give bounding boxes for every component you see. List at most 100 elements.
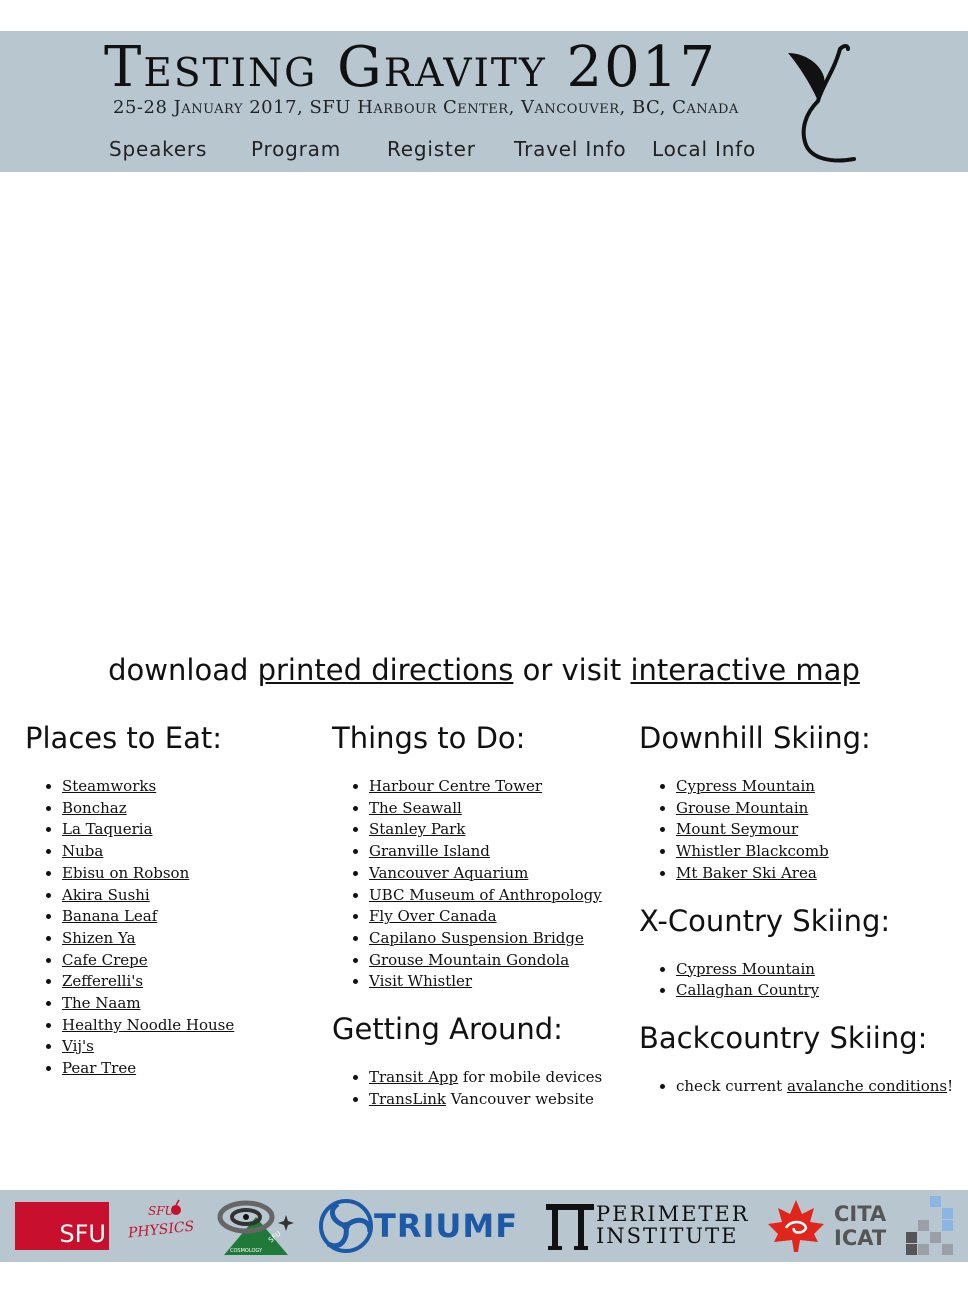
column-do: Things to Do: Harbour Centre Tower The S…: [332, 718, 632, 1126]
restaurant-link[interactable]: Pear Tree: [62, 1059, 136, 1077]
list-item: Cafe Crepe: [62, 950, 325, 972]
main-nav: Speakers Program Register Travel Info Lo…: [0, 137, 780, 167]
list-item: Granville Island: [369, 841, 632, 863]
places-to-eat-list: Steamworks Bonchaz La Taqueria Nuba Ebis…: [25, 776, 325, 1080]
activity-link[interactable]: The Seawall: [369, 799, 462, 817]
xcountry-skiing-heading: X-Country Skiing:: [639, 903, 891, 938]
getting-around-heading: Getting Around:: [332, 1012, 563, 1047]
restaurant-link[interactable]: Ebisu on Robson: [62, 864, 189, 882]
list-item: Grouse Mountain: [676, 798, 939, 820]
things-to-do-heading: Things to Do:: [332, 721, 526, 755]
list-item: Whistler Blackcomb: [676, 841, 939, 863]
triumf-swirl-icon: [319, 1199, 373, 1253]
list-item: Shizen Ya: [62, 928, 325, 950]
list-item: Nuba: [62, 841, 325, 863]
site-header: Testing Gravity 2017 25-28 January 2017,…: [0, 31, 968, 172]
list-item: Callaghan Country: [676, 980, 939, 1002]
avalanche-conditions-link[interactable]: avalanche conditions: [787, 1077, 947, 1095]
ski-area-link[interactable]: Mount Seymour: [676, 820, 798, 838]
pixel-maple-logo-icon[interactable]: [904, 1194, 962, 1256]
nav-program[interactable]: Program: [251, 137, 341, 161]
map-area[interactable]: [0, 172, 968, 642]
ski-area-link[interactable]: Callaghan Country: [676, 981, 819, 999]
restaurant-link[interactable]: The Naam: [62, 994, 141, 1012]
sponsors-bar: SFU SFU PHYSICS SFU COSMOLOGY TRIUMF PER…: [0, 1190, 968, 1262]
list-item: Fly Over Canada: [369, 906, 632, 928]
list-item: Cypress Mountain: [676, 959, 939, 981]
sfu-logo[interactable]: SFU: [15, 1202, 109, 1250]
list-item: Pear Tree: [62, 1058, 325, 1080]
restaurant-link[interactable]: Zefferelli's: [62, 972, 143, 990]
nav-register[interactable]: Register: [387, 137, 476, 161]
restaurant-link[interactable]: Akira Sushi: [62, 886, 150, 904]
activity-link[interactable]: Harbour Centre Tower: [369, 777, 542, 795]
list-item: Vancouver Aquarium: [369, 863, 632, 885]
nav-travel-info[interactable]: Travel Info: [514, 137, 626, 161]
printed-directions-link[interactable]: printed directions: [258, 653, 514, 687]
activity-link[interactable]: Fly Over Canada: [369, 907, 497, 925]
column-skiing: Downhill Skiing: Cypress Mountain Grouse…: [639, 718, 953, 1114]
restaurant-link[interactable]: Nuba: [62, 842, 103, 860]
cita-icat-logo[interactable]: CITA ICAT: [764, 1198, 886, 1254]
xcountry-skiing-list: Cypress Mountain Callaghan Country: [639, 959, 939, 1002]
activity-link[interactable]: Vancouver Aquarium: [369, 864, 528, 882]
perimeter-text: PERIMETER: [596, 1202, 750, 1226]
transit-app-link[interactable]: Transit App: [369, 1068, 458, 1086]
activity-link[interactable]: Stanley Park: [369, 820, 465, 838]
restaurant-link[interactable]: Vij's: [62, 1037, 94, 1055]
list-item: La Taqueria: [62, 819, 325, 841]
ski-area-link[interactable]: Whistler Blackcomb: [676, 842, 829, 860]
restaurant-link[interactable]: Banana Leaf: [62, 907, 157, 925]
activity-link[interactable]: Visit Whistler: [369, 972, 472, 990]
places-to-eat-heading: Places to Eat:: [25, 721, 222, 755]
list-item: Steamworks: [62, 776, 325, 798]
list-item: Transit App for mobile devices: [369, 1067, 632, 1089]
cosmology-text: COSMOLOGY: [230, 1248, 263, 1254]
activity-link[interactable]: UBC Museum of Anthropology: [369, 886, 602, 904]
triumf-logo[interactable]: TRIUMF: [318, 1198, 524, 1254]
list-item: UBC Museum of Anthropology: [369, 885, 632, 907]
list-item: Ebisu on Robson: [62, 863, 325, 885]
list-item: Stanley Park: [369, 819, 632, 841]
sfu-physics-logo[interactable]: SFU PHYSICS: [126, 1198, 196, 1254]
list-item: Healthy Noodle House: [62, 1015, 325, 1037]
perimeter-institute-logo[interactable]: PERIMETER INSTITUTE: [544, 1200, 748, 1252]
list-item: Banana Leaf: [62, 906, 325, 928]
restaurant-link[interactable]: La Taqueria: [62, 820, 153, 838]
list-item: The Seawall: [369, 798, 632, 820]
ski-area-link[interactable]: Cypress Mountain: [676, 960, 815, 978]
directions-prefix: download: [108, 653, 258, 687]
column-eat: Places to Eat: Steamworks Bonchaz La Taq…: [25, 718, 325, 1096]
downhill-skiing-heading: Downhill Skiing:: [639, 721, 871, 755]
sprout-logo-icon[interactable]: [782, 41, 862, 166]
ski-area-link[interactable]: Mt Baker Ski Area: [676, 864, 817, 882]
sfu-cosmology-logo[interactable]: SFU COSMOLOGY: [216, 1195, 294, 1257]
ski-area-link[interactable]: Grouse Mountain: [676, 799, 808, 817]
restaurant-link[interactable]: Cafe Crepe: [62, 951, 148, 969]
restaurant-link[interactable]: Steamworks: [62, 777, 156, 795]
restaurant-link[interactable]: Bonchaz: [62, 799, 127, 817]
interactive-map-link[interactable]: interactive map: [630, 653, 859, 687]
backcountry-skiing-list: check current avalanche conditions!: [639, 1076, 953, 1098]
getting-around-list: Transit App for mobile devices TransLink…: [332, 1067, 632, 1110]
activity-link[interactable]: Grouse Mountain Gondola: [369, 951, 569, 969]
restaurant-link[interactable]: Healthy Noodle House: [62, 1016, 234, 1034]
list-item: check current avalanche conditions!: [676, 1076, 953, 1098]
list-item: Harbour Centre Tower: [369, 776, 632, 798]
activity-link[interactable]: Granville Island: [369, 842, 490, 860]
nav-local-info[interactable]: Local Info: [652, 137, 756, 161]
list-item: Vij's: [62, 1036, 325, 1058]
sfu-logo-text: SFU: [59, 1220, 106, 1248]
translink-note: Vancouver website: [446, 1089, 594, 1108]
restaurant-link[interactable]: Shizen Ya: [62, 929, 136, 947]
things-to-do-list: Harbour Centre Tower The Seawall Stanley…: [332, 776, 632, 993]
activity-link[interactable]: Capilano Suspension Bridge: [369, 929, 584, 947]
translink-link[interactable]: TransLink: [369, 1090, 446, 1108]
directions-line: download printed directions or visit int…: [0, 653, 968, 687]
list-item: Mt Baker Ski Area: [676, 863, 939, 885]
nav-speakers[interactable]: Speakers: [109, 137, 207, 161]
sfu-physics-line1: SFU: [148, 1204, 175, 1218]
list-item: Akira Sushi: [62, 885, 325, 907]
avalanche-suffix: !: [947, 1076, 954, 1095]
ski-area-link[interactable]: Cypress Mountain: [676, 777, 815, 795]
